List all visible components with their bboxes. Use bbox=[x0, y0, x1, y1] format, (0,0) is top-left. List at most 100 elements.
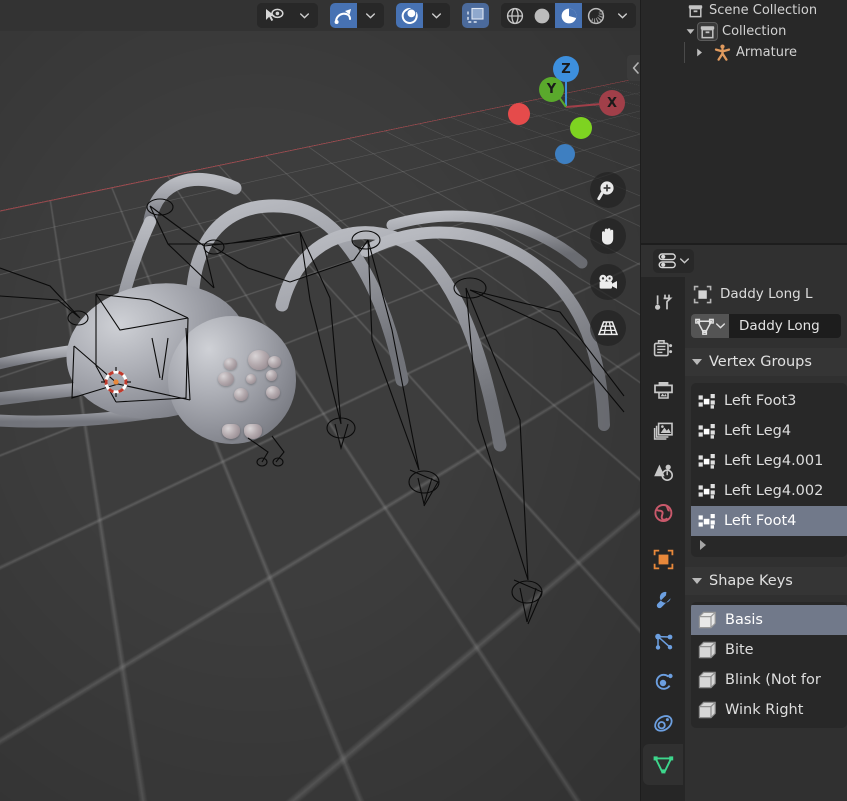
gizmo-axis-neg-y[interactable] bbox=[570, 117, 592, 139]
outliner-label: Collection bbox=[722, 24, 786, 39]
object-visibility-group[interactable] bbox=[257, 3, 318, 28]
triangle-down-icon bbox=[692, 359, 702, 365]
shapekey-icon bbox=[698, 641, 717, 659]
tab-scene[interactable] bbox=[643, 451, 683, 492]
panel-header-shape-keys[interactable]: Shape Keys bbox=[685, 567, 847, 595]
spider-eye bbox=[268, 356, 281, 368]
list-item[interactable]: Left Foot3 bbox=[691, 386, 847, 416]
3d-viewport[interactable]: Z Y X bbox=[0, 0, 640, 801]
gizmo-axis-neg-x[interactable] bbox=[508, 103, 530, 125]
shading-rendered-icon[interactable] bbox=[582, 3, 609, 28]
spider-eye bbox=[246, 374, 256, 384]
chevron-down-icon[interactable] bbox=[423, 3, 450, 28]
panel-title: Shape Keys bbox=[709, 573, 793, 589]
list-item-label: Blink (Not for bbox=[725, 672, 821, 688]
list-item[interactable]: Wink Right bbox=[691, 695, 847, 725]
camera-view-icon[interactable] bbox=[590, 264, 626, 300]
viewport-nav-buttons[interactable] bbox=[590, 172, 630, 356]
tab-particles[interactable] bbox=[643, 621, 683, 662]
gizmo-axis-y[interactable]: Y bbox=[539, 77, 564, 102]
mesh-data-icon[interactable] bbox=[691, 314, 729, 338]
proportional-edit-group[interactable] bbox=[396, 3, 450, 28]
outliner-row-collection[interactable]: Collection bbox=[641, 21, 847, 42]
outliner-label: Armature bbox=[736, 45, 797, 60]
vertex-groups-list[interactable]: Left Foot3 Left Leg4 Left Leg4.001 Left … bbox=[691, 383, 847, 557]
tab-view-layer[interactable] bbox=[643, 410, 683, 451]
tab-world[interactable] bbox=[643, 492, 683, 533]
list-item[interactable]: Blink (Not for bbox=[691, 665, 847, 695]
zoom-magnifier-icon[interactable] bbox=[590, 172, 626, 208]
chevron-down-icon[interactable] bbox=[357, 3, 384, 28]
shape-keys-list[interactable]: Basis Bite Blink (Not for Wink Right bbox=[691, 602, 847, 728]
tab-physics[interactable] bbox=[643, 662, 683, 703]
blender-window: Z Y X Scene Collection Collection Armatu… bbox=[0, 0, 847, 801]
properties-tab-column[interactable] bbox=[641, 277, 685, 801]
shading-solid-icon[interactable] bbox=[528, 3, 555, 28]
list-item[interactable]: Left Leg4 bbox=[691, 416, 847, 446]
triangle-down-icon[interactable] bbox=[683, 28, 697, 35]
shapekey-icon bbox=[698, 671, 717, 689]
snap-magnet-icon[interactable] bbox=[330, 3, 357, 28]
gizmo-axis-neg-z[interactable] bbox=[555, 144, 575, 164]
tab-modifiers[interactable] bbox=[643, 580, 683, 621]
list-item[interactable]: Left Leg4.001 bbox=[691, 446, 847, 476]
editor-type-selector[interactable] bbox=[653, 249, 694, 273]
vertex-group-icon bbox=[698, 453, 716, 470]
spider-eye bbox=[266, 386, 280, 399]
grid-ortho-persp-icon[interactable] bbox=[590, 310, 626, 346]
list-item-label: Wink Right bbox=[725, 702, 803, 718]
hand-pan-icon[interactable] bbox=[590, 218, 626, 254]
cursor-eye-select-icon[interactable] bbox=[257, 3, 291, 28]
list-item-label: Basis bbox=[725, 612, 763, 628]
outliner-editor[interactable]: Scene Collection Collection Armature bbox=[641, 0, 847, 243]
viewport-header-toolbar[interactable] bbox=[0, 0, 640, 31]
list-item[interactable]: Left Leg4.002 bbox=[691, 476, 847, 506]
mesh-name-field[interactable]: Daddy Long bbox=[729, 314, 841, 338]
chevron-left-icon[interactable] bbox=[627, 55, 640, 81]
tab-output[interactable] bbox=[643, 369, 683, 410]
panel-header-vertex-groups[interactable]: Vertex Groups bbox=[685, 348, 847, 376]
shading-material-preview-icon[interactable] bbox=[555, 3, 582, 28]
shading-wireframe-icon[interactable] bbox=[501, 3, 528, 28]
id-data-block[interactable]: Daddy Long bbox=[691, 314, 841, 338]
list-item-label: Left Leg4.001 bbox=[724, 453, 823, 469]
shading-group[interactable] bbox=[501, 3, 636, 28]
chevron-down-icon bbox=[716, 323, 725, 329]
outliner-row-armature[interactable]: Armature bbox=[641, 42, 847, 63]
outliner-row-scene-collection[interactable]: Scene Collection bbox=[641, 0, 847, 21]
list-item[interactable]: Bite bbox=[691, 635, 847, 665]
vertex-group-icon bbox=[698, 423, 716, 440]
properties-content[interactable]: Daddy Long L Daddy Long Vertex Groups Le… bbox=[685, 277, 847, 801]
vertex-groups-specials-expand[interactable] bbox=[691, 536, 847, 554]
properties-editor[interactable]: Daddy Long L Daddy Long Vertex Groups Le… bbox=[641, 245, 847, 801]
tab-tool[interactable] bbox=[643, 281, 683, 322]
list-item-label: Left Leg4.002 bbox=[724, 483, 823, 499]
object-data-breadcrumb-icon bbox=[693, 285, 712, 304]
proportional-edit-icon[interactable] bbox=[396, 3, 423, 28]
toggle-xray-icon[interactable] bbox=[462, 3, 489, 28]
scene-collection-icon bbox=[685, 4, 705, 18]
tab-render[interactable] bbox=[643, 328, 683, 369]
xray-group[interactable] bbox=[462, 3, 489, 28]
breadcrumb-label: Daddy Long L bbox=[720, 286, 813, 302]
viewport-navigation-gizmo[interactable]: Z Y X bbox=[500, 48, 630, 168]
snap-group[interactable] bbox=[330, 3, 384, 28]
chevron-down-icon[interactable] bbox=[291, 3, 318, 28]
spider-fang bbox=[244, 424, 262, 439]
tab-constraints[interactable] bbox=[643, 703, 683, 744]
breadcrumb: Daddy Long L bbox=[685, 277, 847, 311]
chevron-down-icon[interactable] bbox=[609, 3, 636, 28]
tab-object-data[interactable] bbox=[643, 744, 683, 785]
gizmo-axis-x[interactable]: X bbox=[599, 90, 625, 116]
list-item[interactable]: Left Foot4 bbox=[691, 506, 847, 536]
triangle-down-icon bbox=[692, 578, 702, 584]
spider-eye bbox=[266, 370, 277, 381]
triangle-right-icon[interactable] bbox=[692, 48, 706, 57]
spider-eye bbox=[248, 350, 270, 370]
armature-icon bbox=[712, 44, 732, 61]
outliner-label: Scene Collection bbox=[709, 3, 817, 18]
tab-object[interactable] bbox=[643, 539, 683, 580]
spider-eye bbox=[234, 388, 248, 401]
list-item[interactable]: Basis bbox=[691, 605, 847, 635]
list-item-label: Left Leg4 bbox=[724, 423, 791, 439]
